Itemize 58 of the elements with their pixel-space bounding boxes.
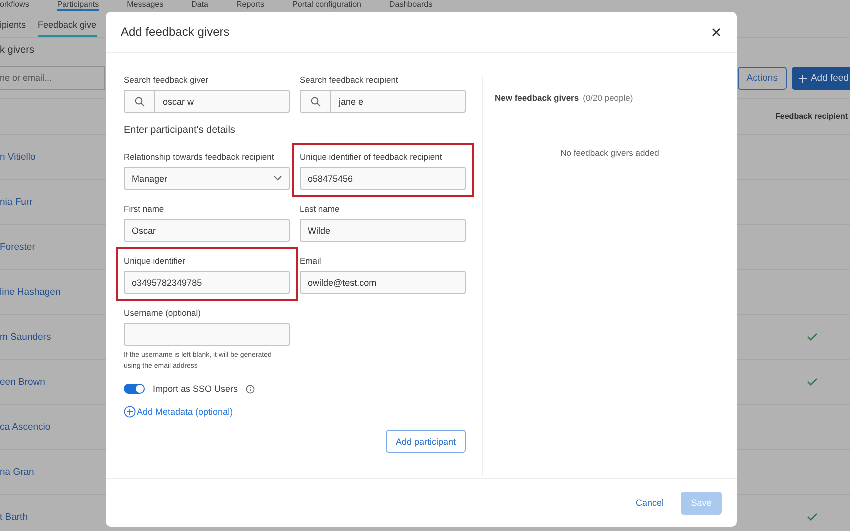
people-count: (0/20 people) [583,93,634,103]
participant-name[interactable]: n Vitiello [0,152,36,162]
column-header: Feedback recipient [776,112,848,121]
input-field[interactable]: o3495782349785 [124,271,290,294]
nav-tab[interactable]: Reports [236,0,265,11]
empty-message: No feedback givers added [560,148,660,158]
nav-tab[interactable]: Data [192,0,209,11]
add-participant-button[interactable]: Add participant [386,430,466,453]
field-label: First name [124,204,166,214]
panel-title: New feedback givers [495,93,580,103]
plus-circle-icon [124,406,136,418]
nav-tab[interactable]: Dashboards [389,0,433,11]
form-heading: Enter participant's details [124,125,236,136]
plus-icon [798,74,807,82]
search-field[interactable]: jane e [300,90,466,113]
field-label: Email [300,256,322,266]
participant-name[interactable]: een Brown [0,376,46,388]
field-label: Relationship towards feedback recipient [124,152,276,162]
cancel-link[interactable]: Cancel [636,498,664,508]
field-label: Search feedback giver [124,75,210,85]
toggle-switch[interactable] [124,384,145,394]
participant-name[interactable]: t Barth [0,512,28,522]
nav-tab[interactable]: orkflows [0,0,30,11]
field-label: Username (optional) [124,308,202,318]
participant-name[interactable]: m Saunders [0,332,52,342]
participant-name[interactable]: Forester [0,242,36,252]
nav-tab[interactable]: Portal configuration [292,0,362,11]
nav-tab[interactable]: Messages [127,0,164,11]
input-field[interactable]: Wilde [300,219,466,242]
dropdown[interactable]: Manager [124,167,290,190]
input-field[interactable] [124,323,290,346]
search-field[interactable]: ne or email... [0,66,105,90]
add-metadata-link[interactable]: Add Metadata (optional) [124,406,234,418]
participant-name[interactable]: nia Furr [0,196,33,208]
info-icon[interactable] [246,384,256,394]
sub-tab[interactable]: Feedback give [38,20,97,37]
sub-tab[interactable]: ipients [0,20,26,37]
toggle-label: Import as SSO Users [153,384,238,394]
participant-name[interactable]: na Gran [0,466,34,478]
close-icon[interactable] [712,28,721,36]
search-icon [134,96,144,106]
dialog-title: Add feedback givers [121,25,230,39]
field-label: Search feedback recipient [300,75,400,85]
add-button[interactable]: Add feed [792,67,850,90]
field-label: Unique identifier [124,256,186,266]
section-title: k givers [0,45,36,56]
participant-name[interactable]: line Hashagen [0,286,61,298]
chevron-icon [274,176,282,181]
input-field[interactable]: o58475456 [300,167,466,190]
nav-tab[interactable]: Participants [57,0,100,11]
input-field[interactable]: owilde@test.com [300,271,466,294]
actions-button[interactable]: Actions [738,67,787,90]
field-label: Last name [300,204,341,214]
field-label: Unique identifier of feedback recipient [300,152,444,162]
search-field[interactable]: oscar w [124,90,290,113]
participant-name[interactable]: ca Ascencio [0,422,51,432]
input-field[interactable]: Oscar [124,219,290,242]
search-icon [310,96,320,106]
